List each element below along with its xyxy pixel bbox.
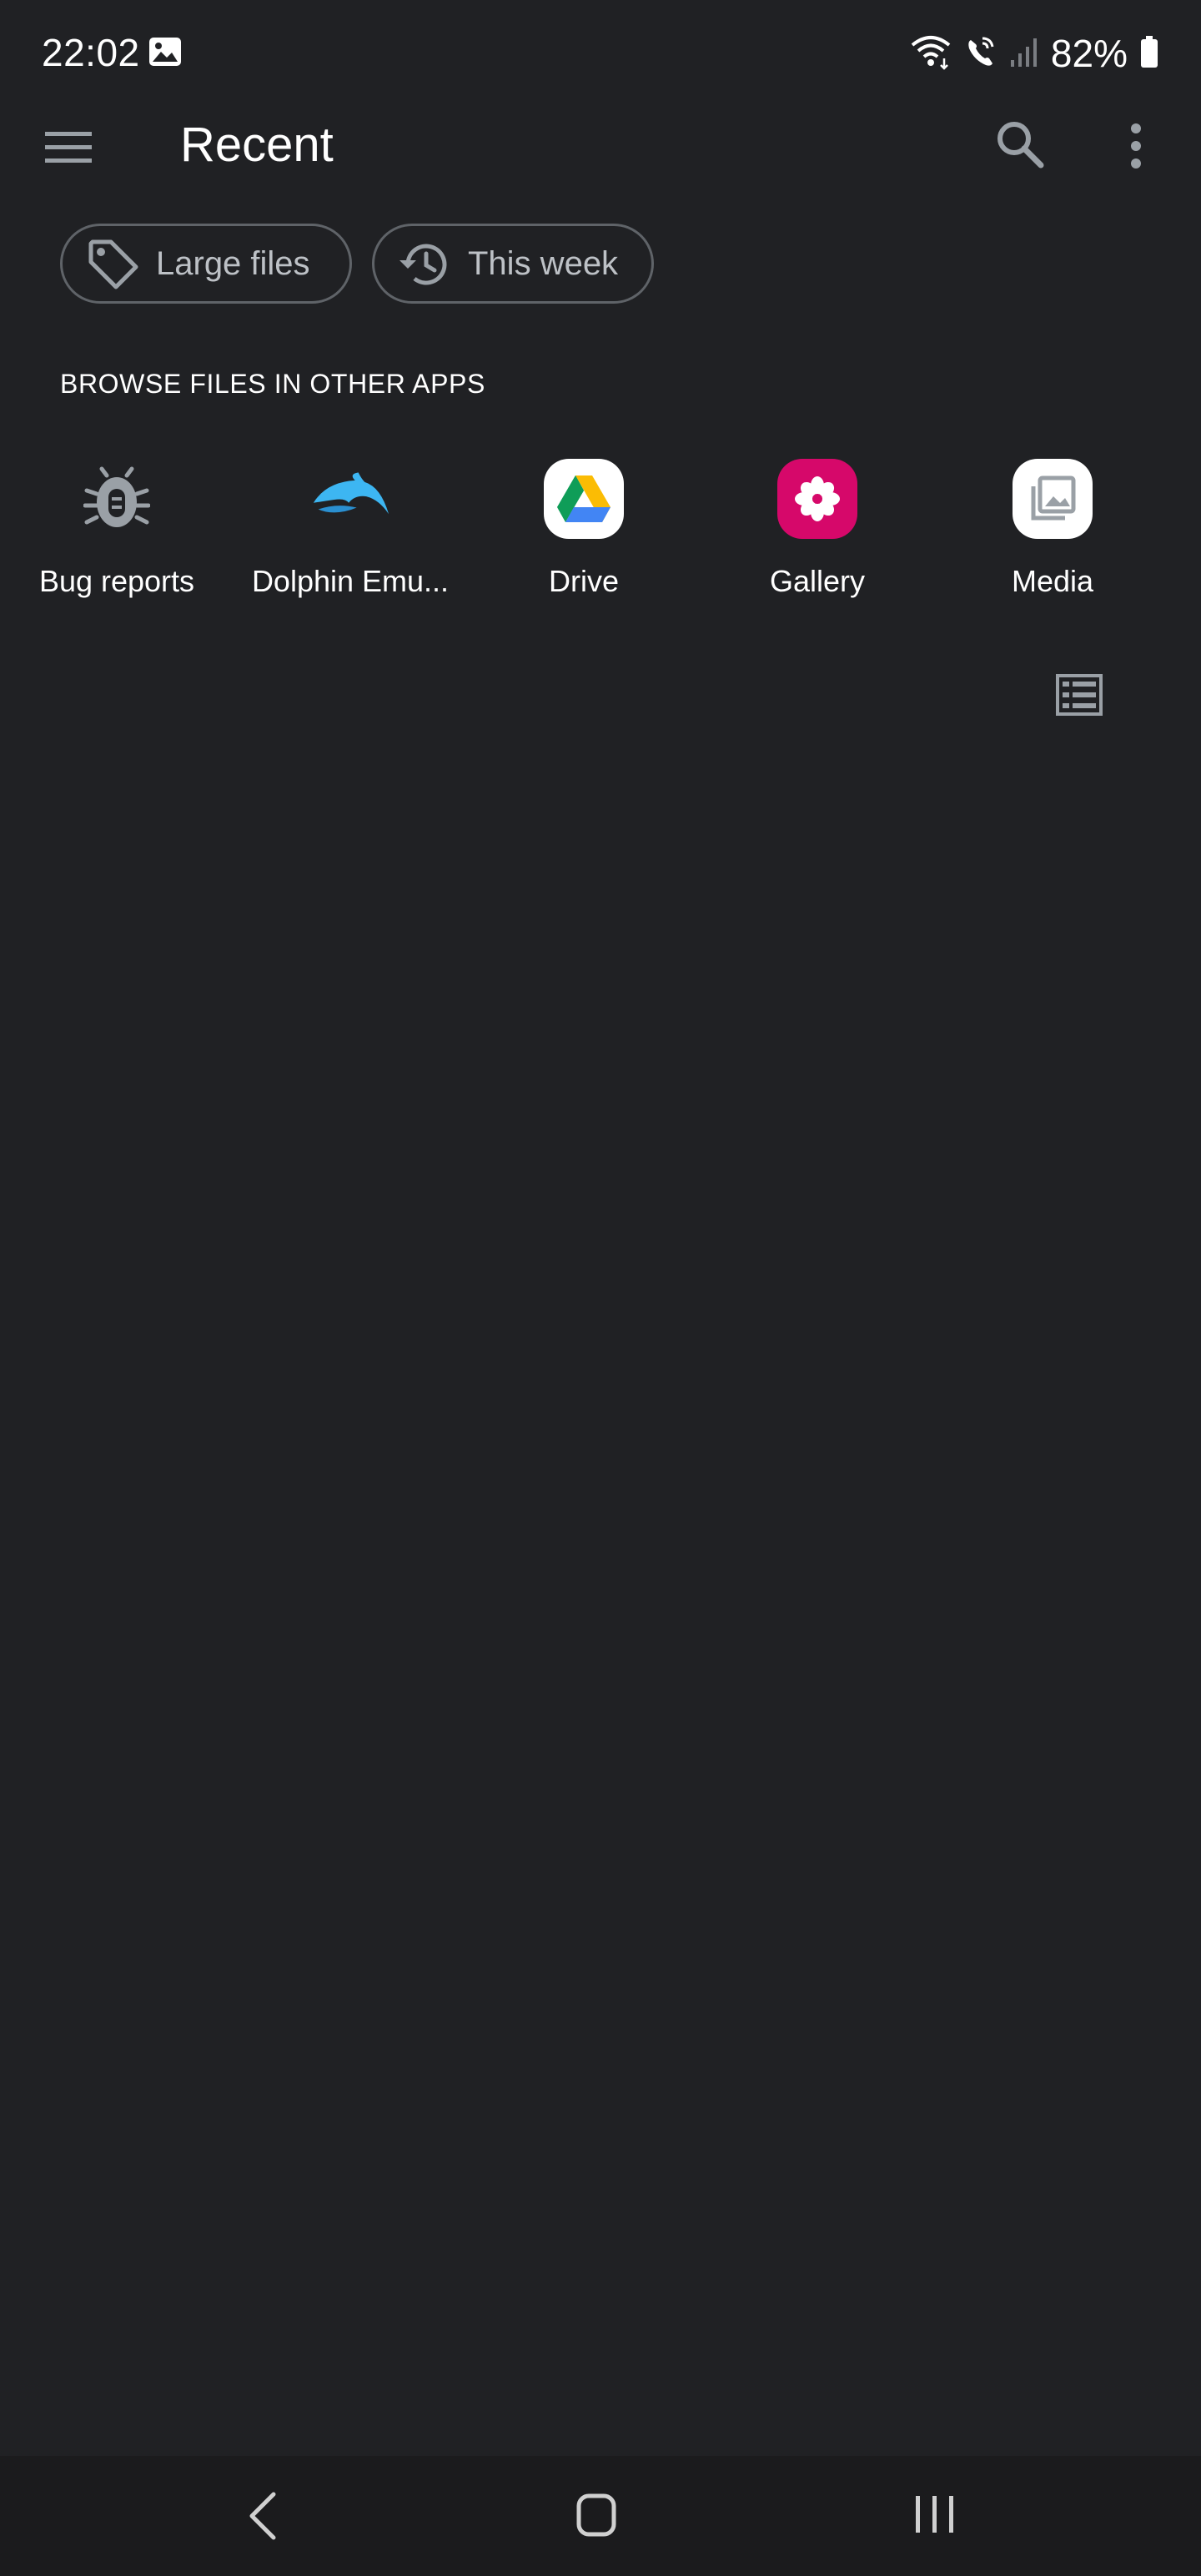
gallery-flower-icon <box>777 459 857 539</box>
recents-icon[interactable] <box>909 2493 959 2536</box>
back-icon[interactable] <box>242 2489 284 2543</box>
battery-icon <box>1139 35 1159 73</box>
wifi-calling-icon <box>964 33 997 74</box>
this-week-chip-label: This week <box>468 244 619 282</box>
battery-percentage: 82% <box>1050 32 1128 75</box>
app-dolphin-emulator[interactable]: Dolphin Emu... <box>242 459 459 599</box>
wifi-icon <box>909 33 952 74</box>
gallery-notification-icon <box>148 37 182 67</box>
app-media[interactable]: Media <box>944 459 1161 599</box>
google-drive-icon <box>544 459 624 539</box>
hamburger-menu-icon[interactable] <box>42 125 98 172</box>
this-week-chip[interactable]: This week <box>372 224 654 304</box>
app-label: Media <box>1011 564 1094 598</box>
top-app-bar: Recent <box>0 107 1201 184</box>
app-label: Dolphin Emu... <box>251 564 450 598</box>
files-app-screen: 22:02 82% Recent Large files This week B… <box>0 0 1201 2576</box>
system-navigation-bar <box>0 2456 1201 2576</box>
app-label: Drive <box>548 564 619 598</box>
tag-icon <box>84 235 141 292</box>
large-files-chip-label: Large files <box>156 244 310 282</box>
app-bug-reports[interactable]: Bug reports <box>8 459 225 599</box>
bug-icon <box>77 459 157 539</box>
browse-other-apps-heading: BROWSE FILES IN OTHER APPS <box>60 369 485 399</box>
status-bar: 22:02 82% <box>0 0 1201 107</box>
status-indicators: 82% <box>909 28 1159 78</box>
status-time: 22:02 <box>42 31 140 74</box>
app-drive[interactable]: Drive <box>475 459 692 599</box>
app-label: Gallery <box>769 564 866 598</box>
large-files-chip[interactable]: Large files <box>60 224 352 304</box>
app-label: Bug reports <box>38 564 195 598</box>
dolphin-icon <box>310 459 390 539</box>
home-icon[interactable] <box>575 2493 617 2538</box>
page-title: Recent <box>180 118 334 172</box>
media-icon <box>1013 459 1093 539</box>
search-icon[interactable] <box>992 117 1049 174</box>
more-vert-icon[interactable] <box>1123 118 1149 174</box>
app-gallery[interactable]: Gallery <box>709 459 926 599</box>
list-view-icon[interactable] <box>1056 674 1103 716</box>
history-icon <box>396 235 453 292</box>
other-apps-row: Bug reports Dolphin Emu... Drive Gallery… <box>0 459 1201 609</box>
signal-icon <box>1009 35 1039 73</box>
